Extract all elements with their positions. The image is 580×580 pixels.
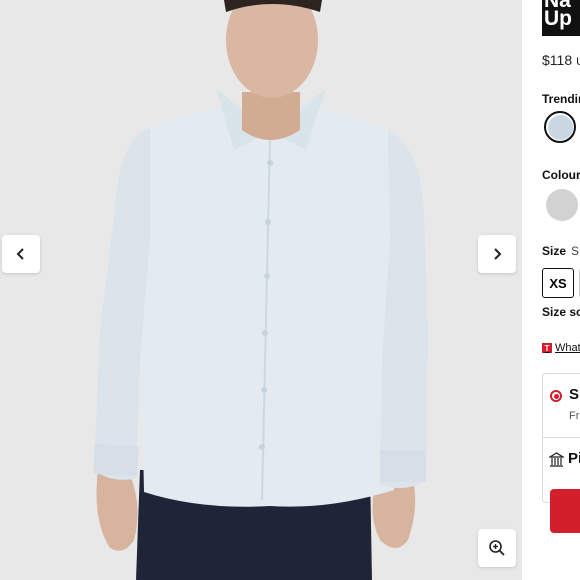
ship-option-sub: Fr: [569, 410, 580, 422]
zoom-in-icon: [489, 540, 505, 556]
price-value: $118: [542, 52, 573, 68]
whats-new-link[interactable]: T What: [542, 342, 580, 354]
zoom-button[interactable]: [478, 529, 516, 567]
product-photo: [0, 0, 522, 580]
size-sold-out-label: Size so: [542, 305, 580, 319]
product-details-panel: Na Up $118U Trendin Colours Size S XS Siz…: [522, 0, 580, 580]
price-currency: U: [576, 56, 580, 68]
pickup-option-label[interactable]: Pi: [568, 450, 580, 467]
t-badge-icon: T: [542, 343, 552, 353]
ship-option-label: S: [569, 386, 580, 403]
product-image-gallery: [0, 0, 522, 580]
trending-label: Trendin: [542, 92, 580, 106]
previous-image-button[interactable]: [2, 235, 40, 273]
whats-new-label: What: [555, 342, 580, 354]
ship-radio-dot: [553, 393, 559, 399]
add-to-bag-button[interactable]: [550, 489, 580, 533]
trending-swatch[interactable]: [544, 111, 576, 143]
product-title: Na Up: [542, 0, 580, 36]
next-image-button[interactable]: [478, 235, 516, 273]
chevron-left-icon: [16, 248, 24, 260]
store-icon: [549, 452, 564, 467]
size-option-xs[interactable]: XS: [542, 268, 574, 298]
product-title-line2: Up: [544, 7, 572, 30]
size-label: Size: [542, 244, 567, 258]
product-price: $118U: [542, 52, 580, 68]
size-selected: S: [571, 244, 580, 258]
chevron-right-icon: [494, 248, 502, 260]
trending-swatch-fill: [547, 114, 573, 140]
ship-radio[interactable]: [550, 390, 562, 402]
colour-swatch[interactable]: [546, 189, 578, 221]
fulfillment-divider: [542, 437, 580, 438]
colours-label: Colours: [542, 168, 580, 182]
size-row: Size S: [542, 244, 579, 258]
